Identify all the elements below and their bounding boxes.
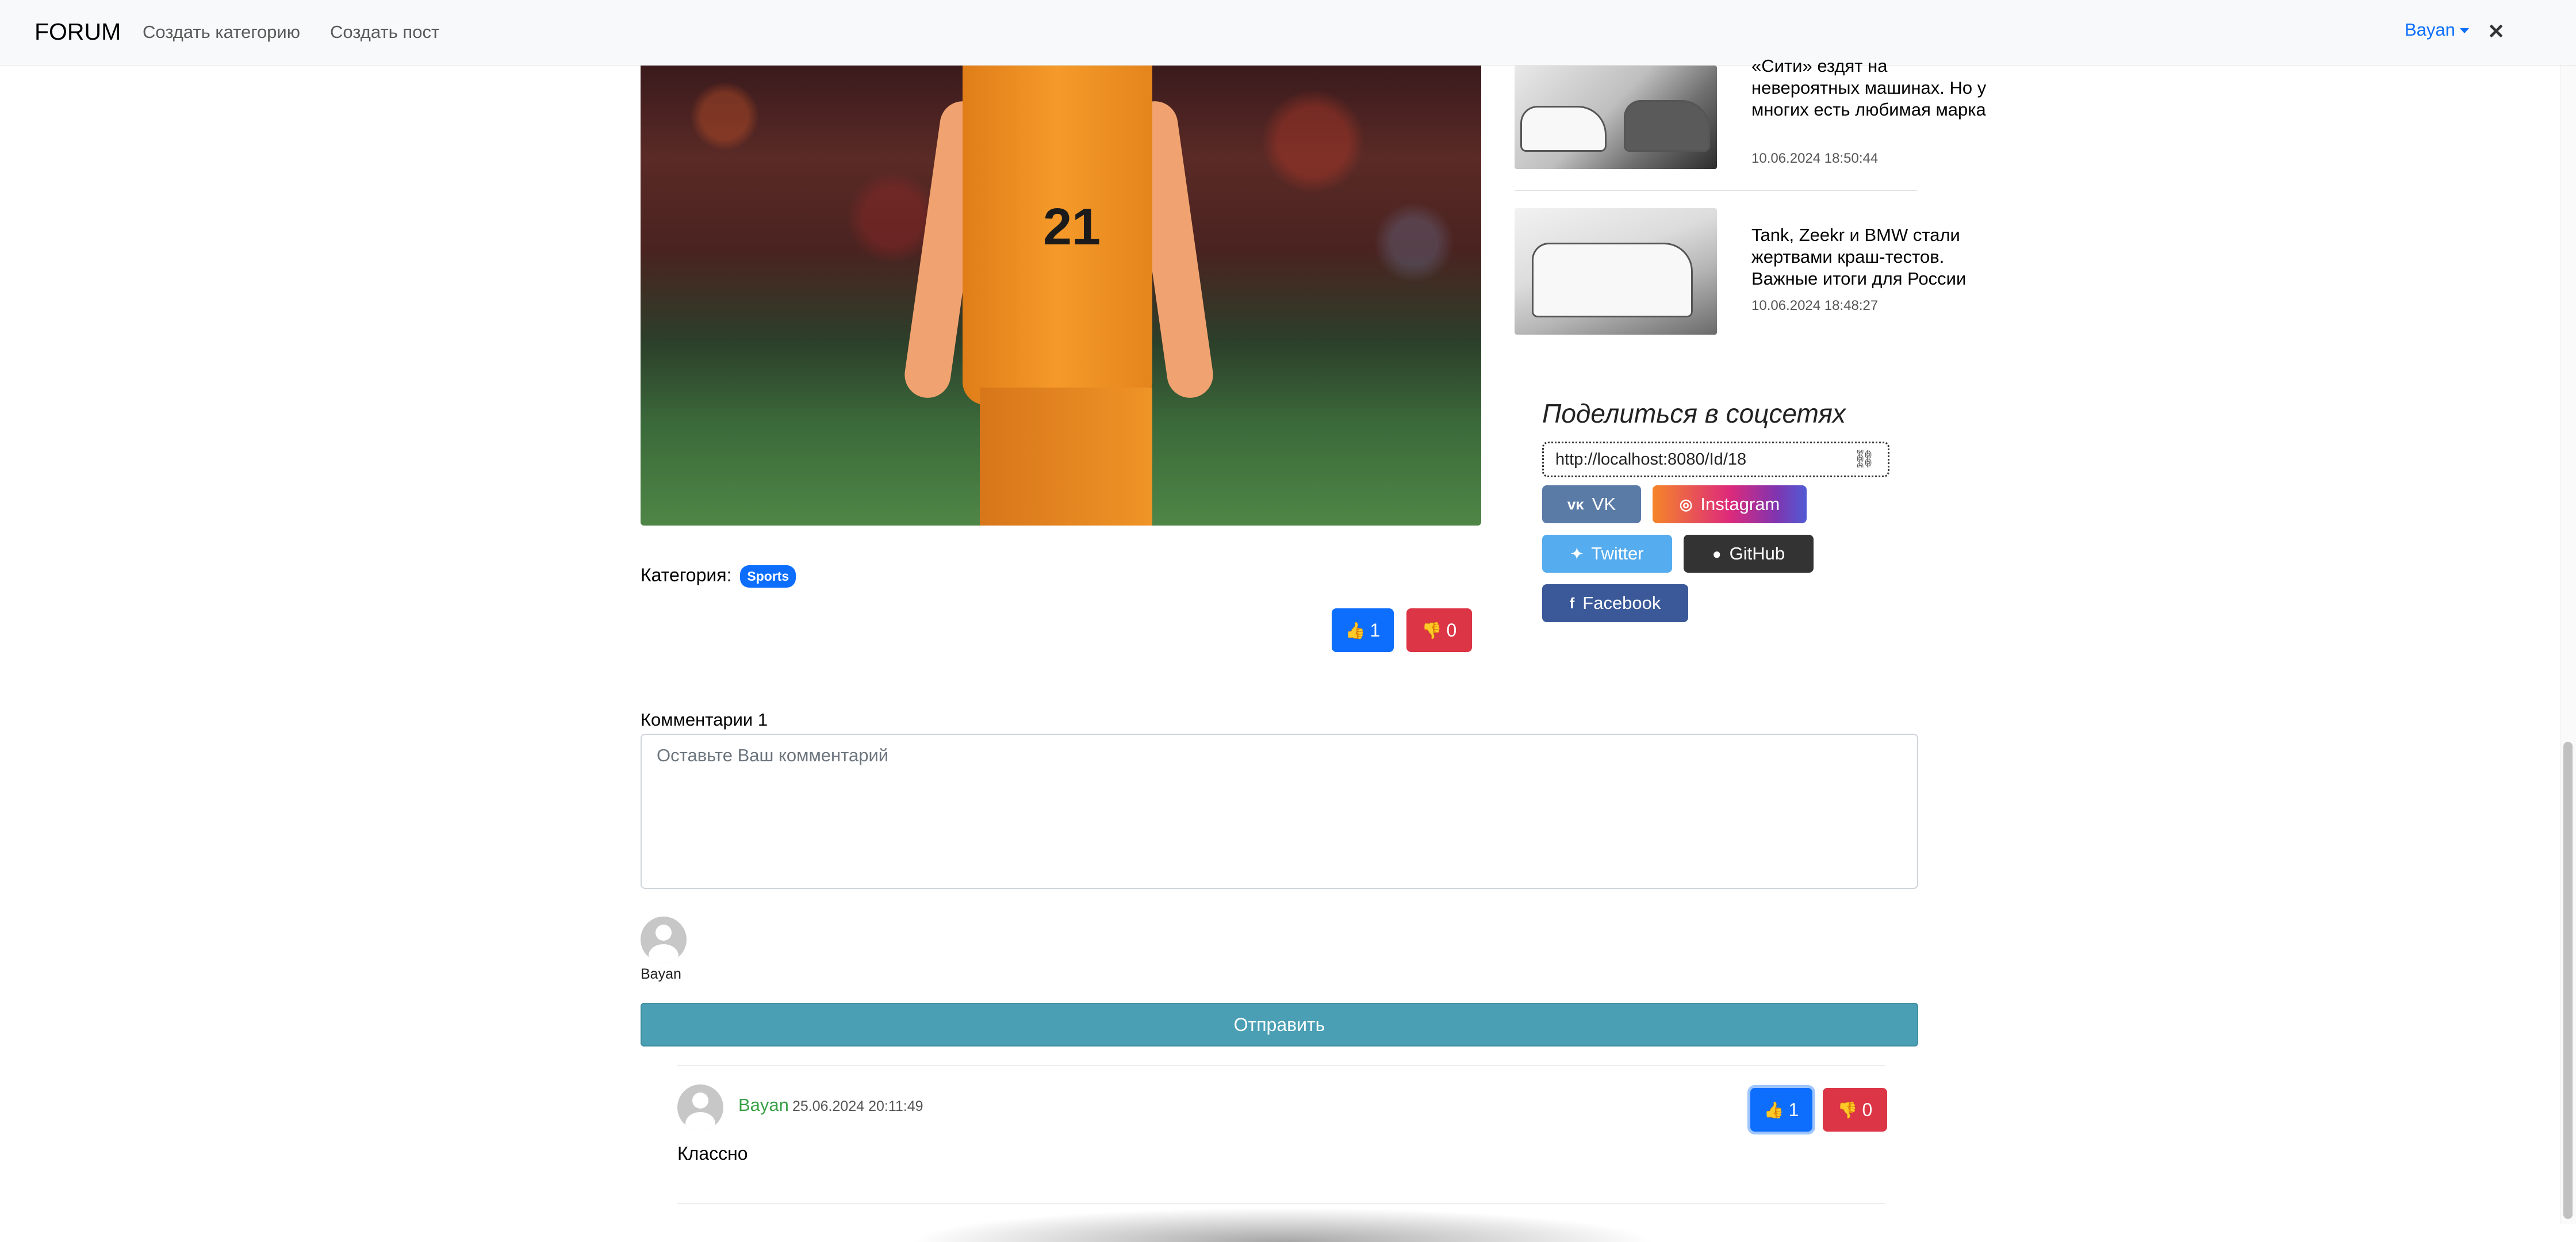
avatar-head <box>656 925 672 941</box>
image-car <box>1520 106 1607 152</box>
image-player-shorts <box>980 388 1152 526</box>
thumbs-down-icon: 👎 <box>1837 1101 1858 1119</box>
share-twitter-button[interactable]: ✦ Twitter <box>1542 535 1672 573</box>
nav-create-post[interactable]: Создать пост <box>330 22 439 43</box>
instagram-icon: ◎ <box>1679 495 1693 513</box>
image-car <box>1624 100 1710 152</box>
share-twitter-label: Twitter <box>1591 543 1644 564</box>
submit-comment-button[interactable]: Отправить <box>641 1003 1918 1046</box>
post-dislike-button[interactable]: 👎 0 <box>1406 608 1472 652</box>
post-like-count: 1 <box>1370 619 1381 641</box>
share-instagram-button[interactable]: ◎ Instagram <box>1653 485 1807 523</box>
divider <box>677 1203 1885 1204</box>
avatar <box>641 917 687 963</box>
share-facebook-button[interactable]: f Facebook <box>1542 584 1688 622</box>
post-like-button[interactable]: 👍 1 <box>1332 608 1394 652</box>
scrollbar-thumb[interactable] <box>2563 742 2573 1219</box>
navbar: FORUM Создать категорию Создать пост Bay… <box>0 0 2576 66</box>
article-image: 21 <box>641 66 1481 526</box>
comment-avatar <box>677 1084 723 1130</box>
current-user-name: Bayan <box>641 966 681 982</box>
link-icon[interactable]: ⛓ <box>1853 449 1875 469</box>
comment-date: 25.06.2024 20:11:49 <box>792 1098 923 1114</box>
comment-input[interactable] <box>641 734 1918 889</box>
share-github-button[interactable]: ● GitHub <box>1684 535 1814 573</box>
share-url-field[interactable]: http://localhost:8080/Id/18 ⛓ <box>1542 442 1889 477</box>
news-date: 10.06.2024 18:50:44 <box>1751 151 1879 166</box>
category-row: Категория: Sports <box>641 565 796 588</box>
nav-create-category[interactable]: Создать категорию <box>143 22 300 43</box>
github-icon: ● <box>1712 545 1722 562</box>
caret-down-icon <box>2459 28 2469 34</box>
thumbs-up-icon: 👍 <box>1764 1101 1784 1119</box>
category-label: Категория: <box>641 565 732 585</box>
comment-like-count: 1 <box>1788 1099 1799 1120</box>
news-title[interactable]: «Сити» ездят на невероятных машинах. Но … <box>1751 55 1993 121</box>
user-dropdown-label: Bayan <box>2405 20 2455 40</box>
comment-dislike-button[interactable]: 👎 0 <box>1823 1088 1887 1132</box>
share-url-text: http://localhost:8080/Id/18 <box>1555 450 1747 469</box>
news-thumbnail[interactable] <box>1515 66 1717 169</box>
thumbs-up-icon: 👍 <box>1345 621 1366 639</box>
vk-icon: ᴠᴋ <box>1567 495 1584 513</box>
close-icon[interactable]: ✕ <box>2487 20 2505 44</box>
divider <box>677 1065 1885 1066</box>
bottom-shadow <box>908 1208 1656 1242</box>
share-vk-button[interactable]: ᴠᴋ VK <box>1542 485 1641 523</box>
post-dislike-count: 0 <box>1446 619 1457 641</box>
news-date: 10.06.2024 18:48:27 <box>1751 298 1879 313</box>
comment-dislike-count: 0 <box>1862 1099 1873 1120</box>
share-instagram-label: Instagram <box>1700 494 1780 514</box>
comment-like-button[interactable]: 👍 1 <box>1750 1088 1812 1132</box>
share-github-label: GitHub <box>1729 543 1785 564</box>
twitter-icon: ✦ <box>1570 545 1584 562</box>
news-thumbnail[interactable] <box>1515 208 1717 335</box>
comment-author[interactable]: Bayan <box>738 1095 789 1116</box>
image-car <box>1532 243 1693 317</box>
comment-text: Классно <box>677 1143 748 1164</box>
share-facebook-label: Facebook <box>1582 593 1661 613</box>
category-badge[interactable]: Sports <box>740 565 796 588</box>
brand-logo[interactable]: FORUM <box>34 18 121 45</box>
divider <box>1515 190 1917 191</box>
avatar-body <box>685 1112 715 1130</box>
image-jersey-number: 21 <box>1043 198 1101 256</box>
avatar-head <box>692 1092 708 1109</box>
thumbs-down-icon: 👎 <box>1421 621 1442 639</box>
comments-heading: Комментарии 1 <box>641 710 768 730</box>
user-dropdown[interactable]: Bayan <box>2405 20 2469 40</box>
share-vk-label: VK <box>1592 494 1616 514</box>
news-title[interactable]: Tank, Zeekr и BMW стали жертвами краш-те… <box>1751 224 1993 290</box>
share-title: Поделиться в соцсетях <box>1542 398 1846 428</box>
avatar-body <box>649 944 678 963</box>
facebook-icon: f <box>1569 594 1575 612</box>
